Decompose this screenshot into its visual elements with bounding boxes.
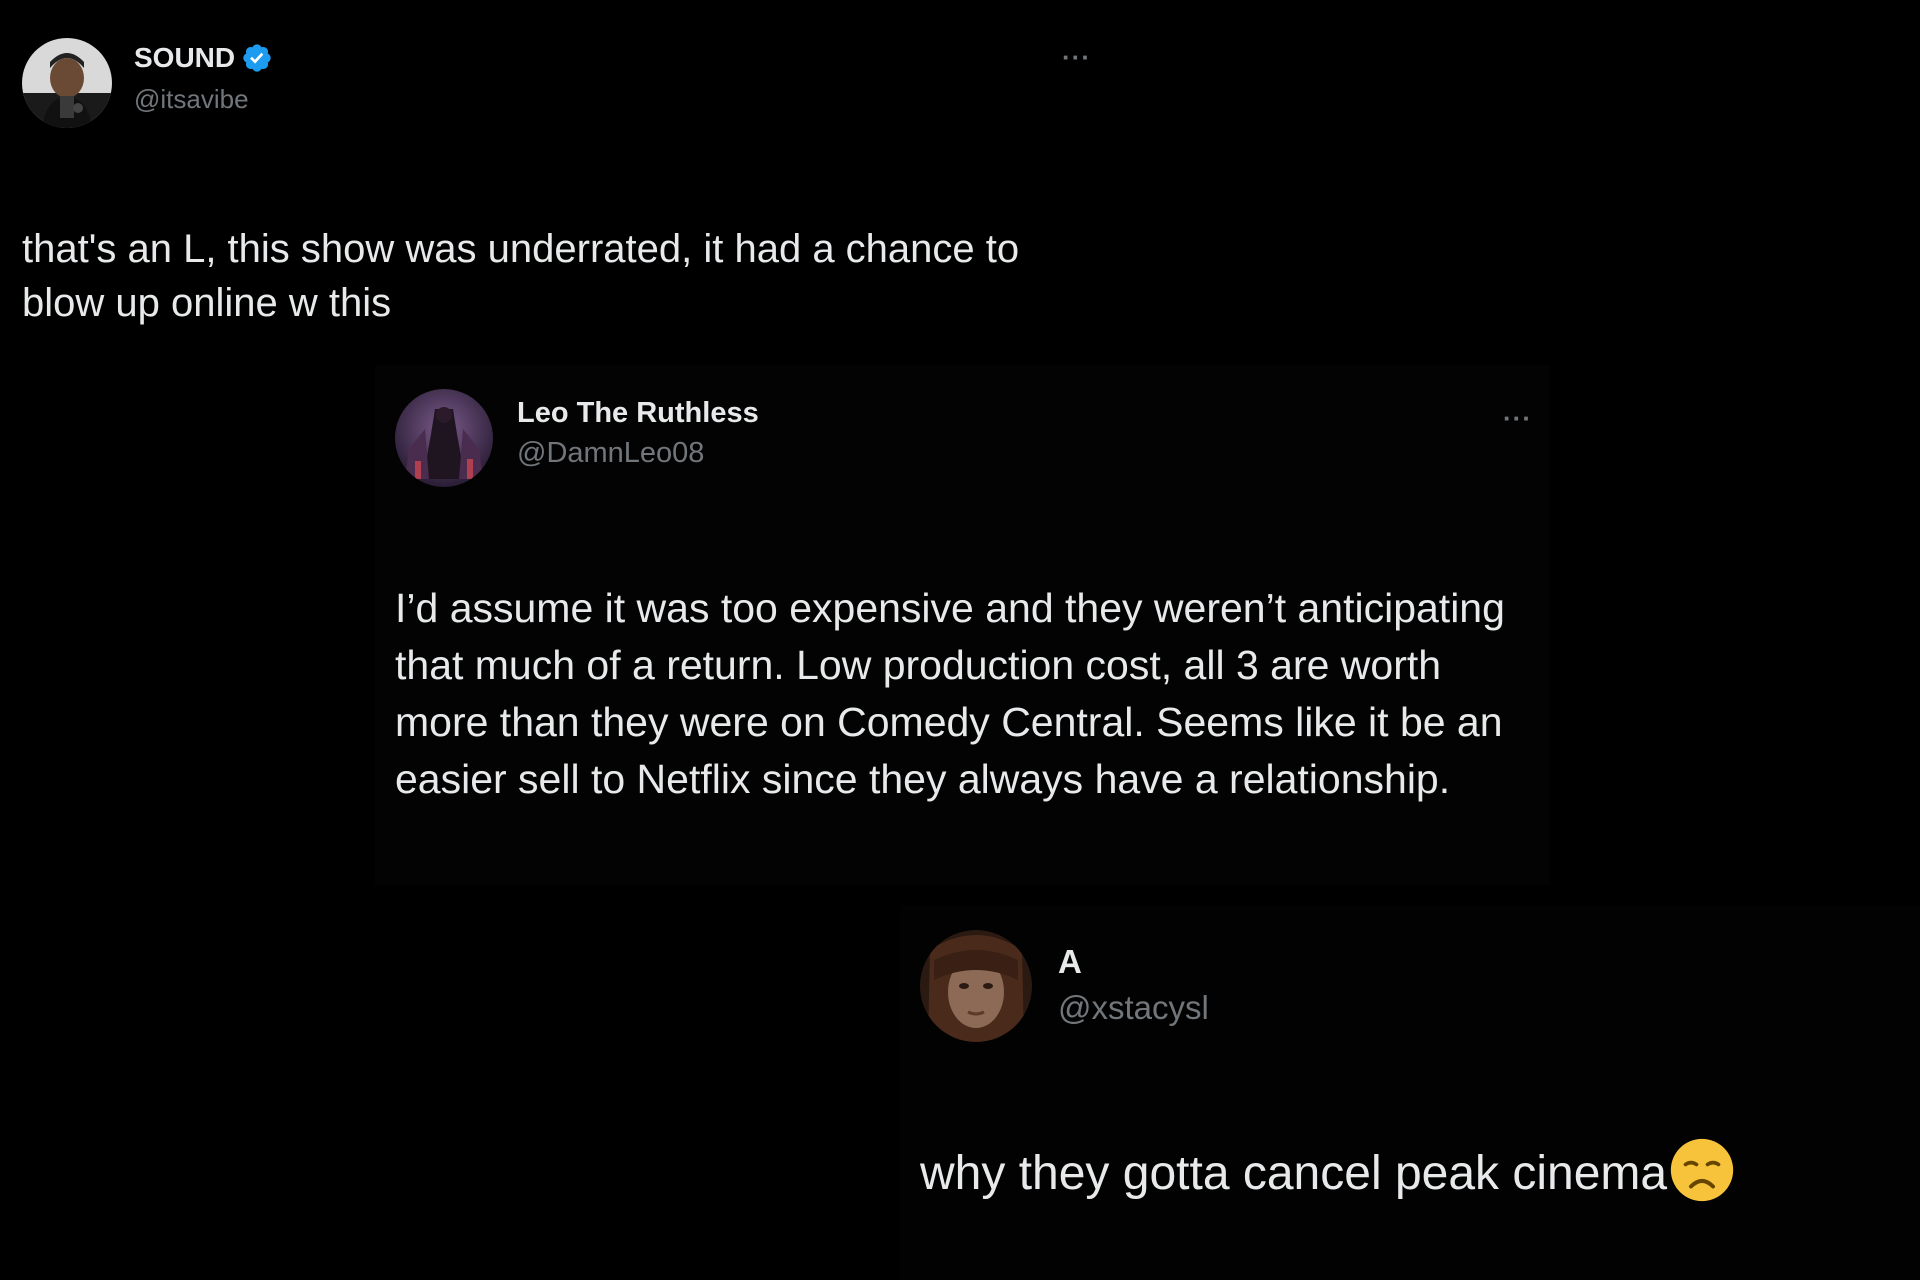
display-name[interactable]: A — [1058, 943, 1082, 981]
display-name[interactable]: Leo The Ruthless — [517, 397, 759, 430]
avatar[interactable] — [22, 38, 112, 128]
tweet-text: I’d assume it was too expensive and they… — [395, 585, 1505, 802]
handle[interactable]: @itsavibe — [134, 84, 249, 115]
more-options-icon[interactable]: ··· — [1503, 403, 1532, 434]
more-options-icon[interactable]: ··· — [1062, 42, 1091, 73]
verified-badge-icon — [243, 44, 271, 72]
profile-avatar-icon — [22, 38, 112, 128]
tweet-text: that's an L, this show was underrated, i… — [22, 227, 1020, 325]
profile-avatar-icon — [920, 930, 1032, 1042]
display-name[interactable]: SOUND — [134, 42, 235, 74]
handle[interactable]: @xstacysl — [1058, 989, 1209, 1027]
disappointed-face-emoji-icon — [1670, 1138, 1734, 1202]
avatar[interactable] — [395, 389, 493, 487]
tweet-sound[interactable]: SOUND @itsavibe ··· that's an L, this sh… — [0, 0, 1130, 360]
avatar[interactable] — [920, 930, 1032, 1042]
author-row: SOUND — [134, 42, 273, 74]
tweet-leo[interactable]: Leo The Ruthless @DamnLeo08 ··· I’d assu… — [375, 365, 1550, 885]
profile-avatar-icon — [395, 389, 493, 487]
tweet-text-content: why they gotta cancel peak cinema — [920, 1147, 1668, 1200]
tweet-a[interactable]: A @xstacysl why they gotta cancel peak c… — [900, 905, 1920, 1280]
handle[interactable]: @DamnLeo08 — [517, 437, 704, 470]
tweet-text: why they gotta cancel peak cinema — [920, 1137, 1910, 1207]
